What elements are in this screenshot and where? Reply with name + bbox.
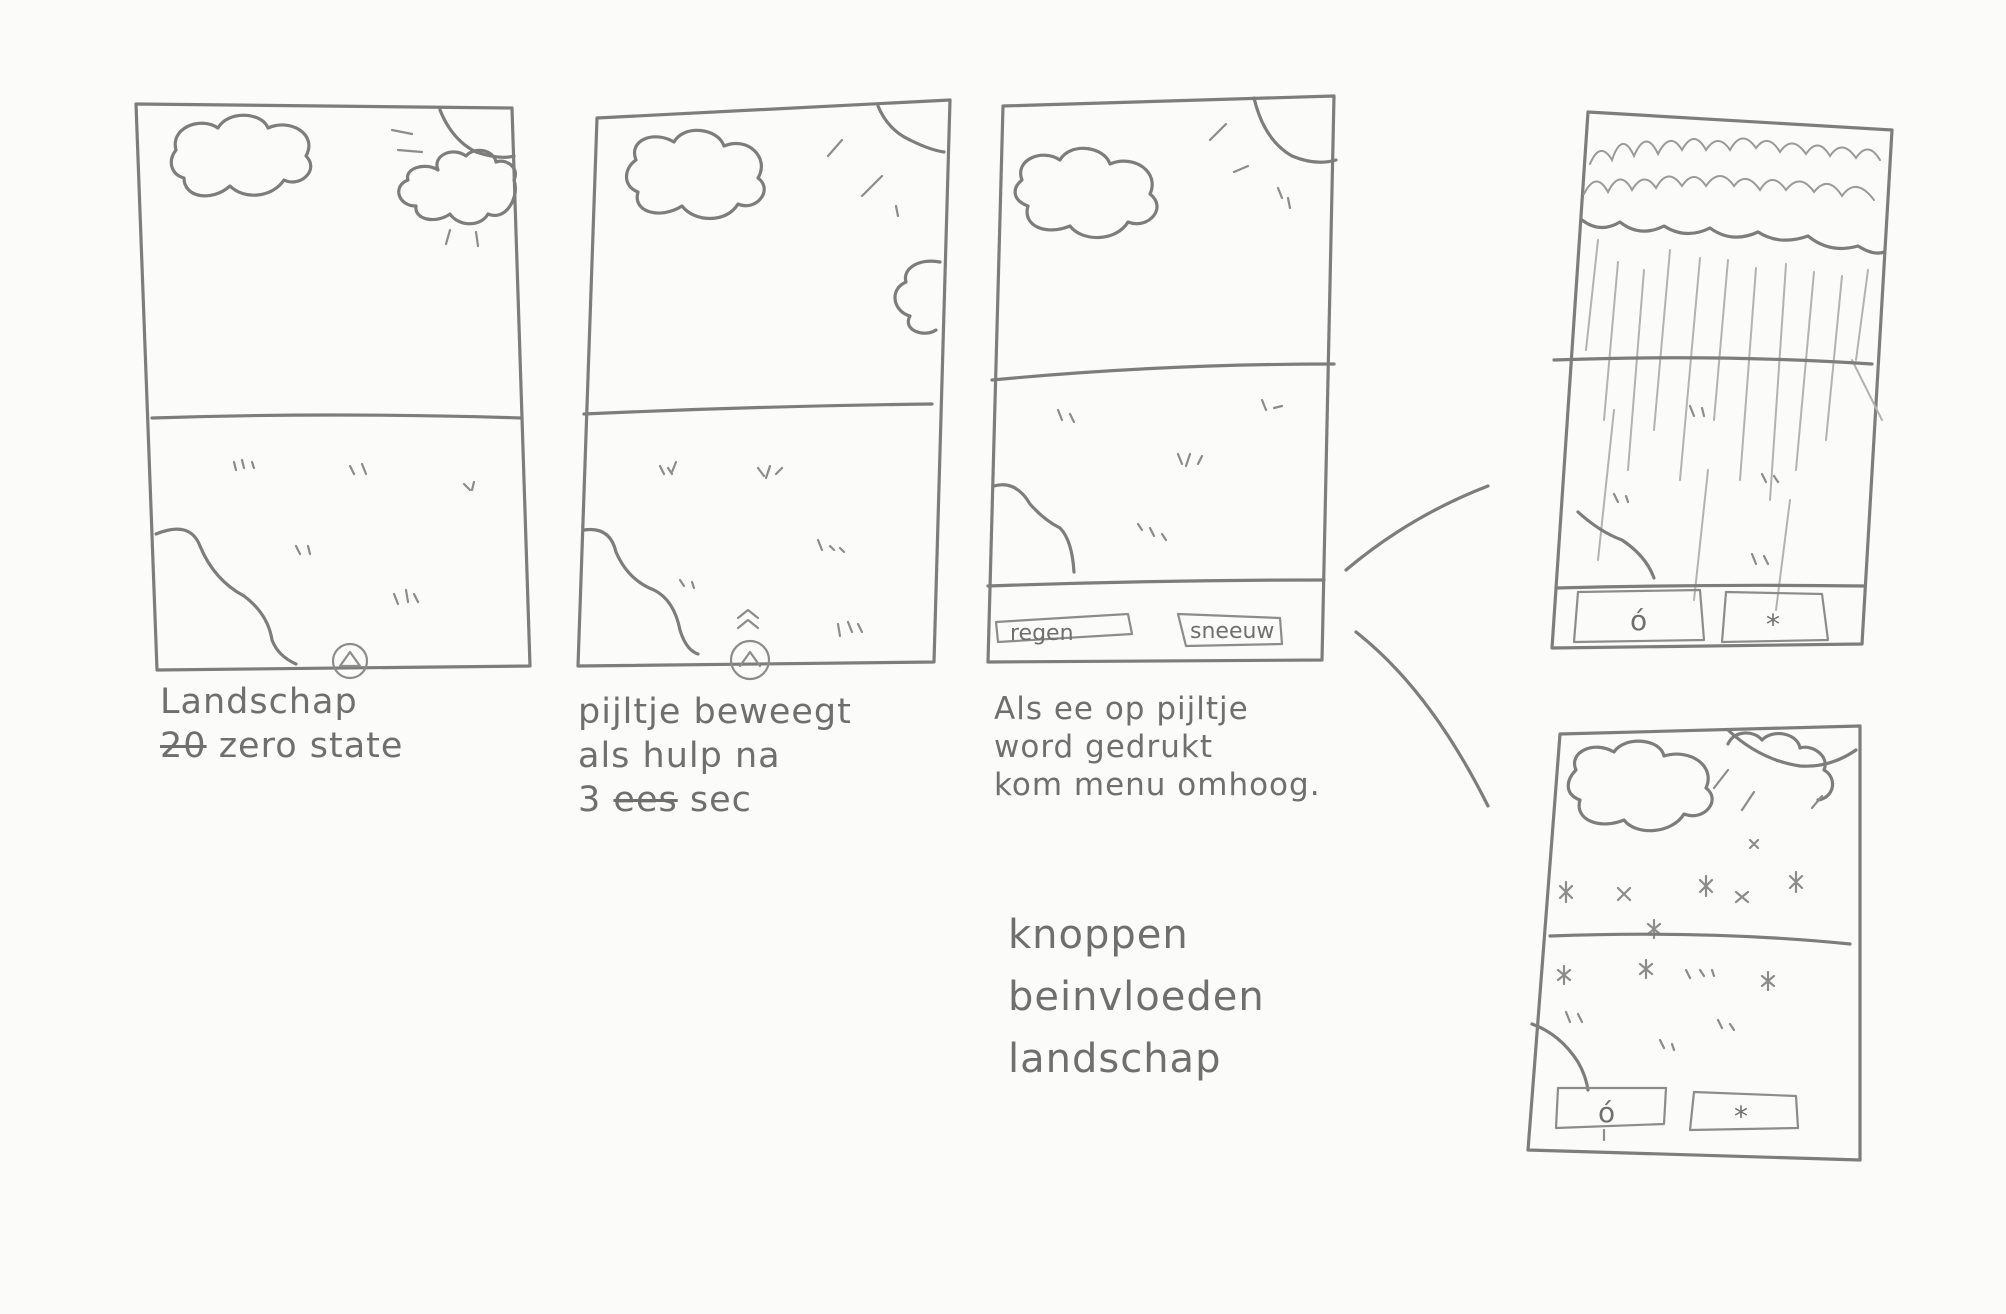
- frame-1-grass: [232, 458, 476, 606]
- caption-frame-1: Landschap 20 zero state: [160, 680, 403, 768]
- frame-3-button-rain-label: regen: [1010, 621, 1074, 646]
- frame-3-sun-rays: [1208, 122, 1292, 210]
- note-line-2: beinvloeden: [1008, 974, 1265, 1020]
- frame-rain: ó *: [1550, 110, 1894, 650]
- frame-snow-grass: [1564, 968, 1736, 1052]
- frame-1-horizon: [150, 413, 524, 420]
- frame-rain-button-rain-icon: ó: [1630, 604, 1647, 637]
- frame-2-sun-rays: [826, 138, 900, 218]
- frame-3-horizon: [990, 362, 1336, 382]
- frame-rain-hill: [1576, 510, 1656, 580]
- caption-frame-2: pijltje beweegt als hulp na 3 ees sec: [578, 690, 852, 822]
- frame-3: regen sneeuw: [986, 94, 1338, 664]
- frame-rain-cloud-edge: [1580, 218, 1886, 255]
- caption-frame-1-zero-state: zero state: [218, 726, 404, 766]
- note-buttons-influence: knoppen beinvloeden landschap: [1008, 904, 1265, 1090]
- caption-frame-3-line-1: Als ee op pijltje: [994, 691, 1249, 727]
- caption-frame-2-number: 3: [578, 780, 602, 820]
- frame-1-hill: [154, 527, 298, 666]
- frame-snow: ó *: [1526, 724, 1862, 1162]
- frame-rain-cloud-scribble-1: [1589, 137, 1881, 165]
- frame-rain-cloud-scribble-2: [1583, 175, 1875, 201]
- frame-snow-button-rain-icon: ó: [1598, 1096, 1615, 1129]
- frame-2-hill: [582, 527, 700, 656]
- frame-snow-hill: [1530, 1022, 1590, 1092]
- frame-snow-snowflakes: [1556, 838, 1804, 992]
- frame-2-horizon: [582, 402, 934, 416]
- frame-3-sun: [1252, 96, 1338, 164]
- caption-frame-1-line-2: 20 zero state: [160, 724, 403, 768]
- caption-frame-1-line-1: Landschap: [160, 682, 358, 722]
- frame-1-border: [134, 102, 532, 672]
- frame-3-cloud: [1013, 146, 1159, 240]
- caption-frame-2-struck: ees: [613, 780, 678, 820]
- caption-frame-2-sec: sec: [689, 780, 752, 820]
- frame-1-sun-rays: [390, 128, 480, 248]
- note-line-3: landschap: [1008, 1036, 1222, 1082]
- frame-3-grass: [1056, 398, 1284, 542]
- frame-1-handle-arrow: [338, 650, 362, 668]
- frame-1-handle-circle: [331, 642, 369, 680]
- frame-rain-rain-streaks: [1585, 239, 1883, 611]
- caption-frame-2-line-3: 3 ees sec: [578, 778, 852, 822]
- frame-2: [576, 98, 952, 681]
- frame-3-menu-divider: [986, 578, 1326, 588]
- frame-rain-border: [1550, 110, 1894, 650]
- frame-rain-menu-divider: [1554, 583, 1866, 590]
- caption-frame-2-line-1: pijltje beweegt: [578, 692, 852, 732]
- frame-1-cloud-right: [397, 148, 517, 226]
- frame-2-grass: [658, 460, 864, 638]
- storyboard-sketch: regen sneeuw ó * ó *: [134, 94, 1894, 1162]
- frame-2-cloud: [624, 128, 766, 220]
- frame-3-border: [986, 94, 1336, 664]
- frame-snow-button-snow-icon: *: [1734, 1100, 1748, 1133]
- frame-snow-horizon: [1548, 932, 1852, 946]
- frame-1-cloud-left: [169, 113, 313, 198]
- note-line-1: knoppen: [1008, 912, 1189, 958]
- connector-to-snow: [1354, 630, 1490, 808]
- frame-2-cloud-edge: [893, 259, 942, 335]
- frame-rain-horizon: [1552, 356, 1874, 366]
- frame-rain-grass: [1612, 404, 1780, 566]
- frame-snow-sun-rays: [1712, 768, 1824, 812]
- caption-frame-3: Als ee op pijltje word gedrukt kom menu …: [994, 690, 1321, 804]
- caption-frame-2-line-2: als hulp na: [578, 736, 781, 776]
- frame-2-sun: [876, 104, 946, 154]
- frame-snow-cloud: [1566, 739, 1714, 833]
- sketch-sheet: regen sneeuw ó * ó * Landschap 20 zero s…: [0, 0, 2006, 1314]
- frame-2-hint-chevrons: [736, 608, 760, 630]
- frame-1: [134, 102, 532, 680]
- frame-2-handle-circle: [729, 639, 771, 681]
- connector-to-rain: [1344, 484, 1490, 572]
- frame-rain-button-snow-icon: *: [1766, 608, 1780, 641]
- frame-3-hill: [992, 483, 1076, 574]
- caption-frame-1-struck: 20: [160, 726, 207, 766]
- caption-frame-3-line-3: kom menu omhoog.: [994, 767, 1321, 803]
- caption-frame-3-line-2: word gedrukt: [994, 729, 1213, 765]
- frame-3-button-snow-label: sneeuw: [1190, 619, 1274, 644]
